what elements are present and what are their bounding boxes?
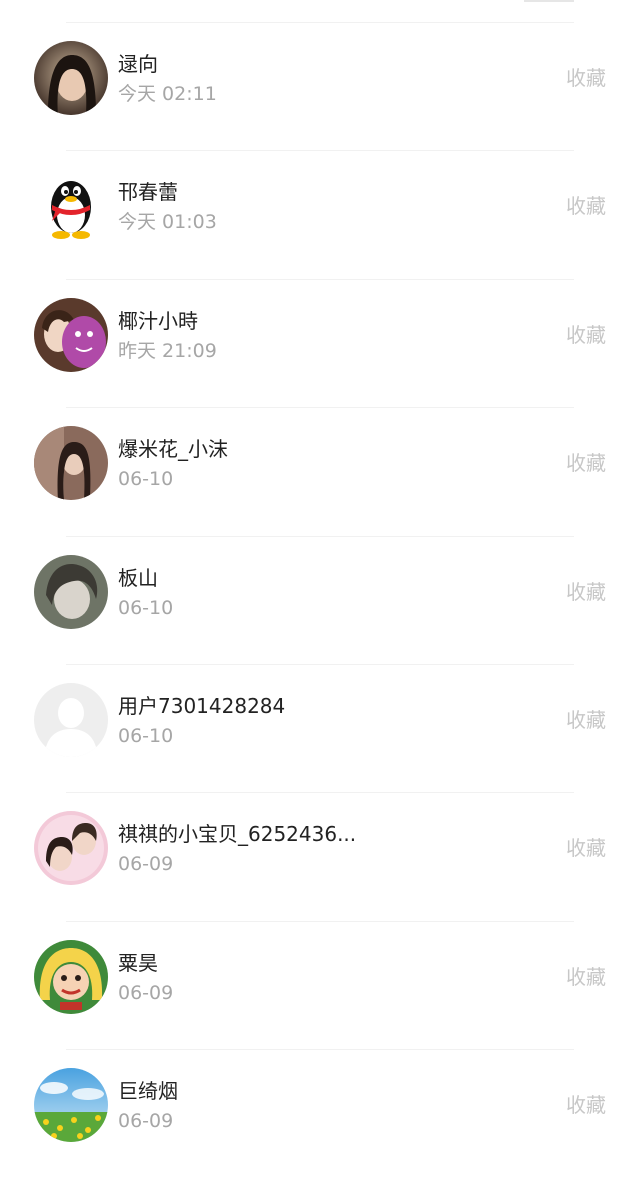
default-user-icon[interactable] xyxy=(34,682,108,757)
timestamp: 06-10 xyxy=(118,468,174,491)
favorite-button[interactable]: 收藏 xyxy=(566,1092,606,1118)
timestamp: 06-10 xyxy=(118,724,174,747)
list-item[interactable]: 粟昊 06-09 收藏 xyxy=(0,922,640,1051)
avatar-photo-girl-icon[interactable] xyxy=(34,41,108,115)
favorite-button[interactable]: 收藏 xyxy=(566,450,606,476)
list-item[interactable]: 板山 06-10 收藏 xyxy=(0,537,640,665)
user-name: 用户7301428284 xyxy=(118,693,286,718)
timestamp: 今天 01:03 xyxy=(118,211,217,234)
user-name: 粟昊 xyxy=(118,950,158,975)
user-name: 邗春蕾 xyxy=(118,180,178,205)
favorite-button[interactable]: 收藏 xyxy=(566,835,606,861)
landscape-flowers-icon[interactable] xyxy=(34,1068,108,1143)
favorite-button[interactable]: 收藏 xyxy=(566,964,606,990)
favorite-button[interactable]: 收藏 xyxy=(566,579,606,605)
qq-penguin-icon[interactable] xyxy=(34,169,108,244)
list-item[interactable]: 逯向 今天 02:11 收藏 xyxy=(0,23,640,152)
favorite-button[interactable]: 收藏 xyxy=(566,193,606,219)
user-name: 巨绮烟 xyxy=(118,1079,178,1104)
timestamp: 今天 02:11 xyxy=(118,83,217,105)
timestamp: 06-09 xyxy=(118,981,174,1004)
avatar-photo-plush-icon[interactable] xyxy=(34,297,108,372)
list-item[interactable]: 巨绮烟 06-09 收藏 xyxy=(0,1050,640,1178)
user-name: 祺祺的小宝贝_6252436... xyxy=(118,822,357,847)
favorite-button[interactable]: 收藏 xyxy=(566,65,606,91)
user-list: 逯向 今天 02:11 收藏 邗春蕾 今天 01:03 收藏 椰汁小時 昨天 2… xyxy=(0,23,640,1179)
avatar-photo-pink-icon[interactable] xyxy=(34,811,108,886)
avatar-photo-boy-icon[interactable] xyxy=(34,554,108,629)
anime-character-icon[interactable] xyxy=(34,939,108,1014)
favorite-button[interactable]: 收藏 xyxy=(566,322,606,348)
list-item[interactable]: 椰汁小時 昨天 21:09 收藏 xyxy=(0,280,640,409)
timestamp: 06-10 xyxy=(118,596,174,619)
list-item[interactable]: 邗春蕾 今天 01:03 收藏 xyxy=(0,151,640,280)
list-item[interactable]: 祺祺的小宝贝_6252436... 06-09 收藏 xyxy=(0,793,640,922)
user-name: 椰汁小時 xyxy=(118,308,198,333)
user-name: 爆米花_小沫 xyxy=(118,437,228,462)
favorite-button[interactable]: 收藏 xyxy=(566,707,606,733)
user-name: 逯向 xyxy=(118,52,158,76)
timestamp: 昨天 21:09 xyxy=(118,339,217,362)
list-item[interactable]: 用户7301428284 06-10 收藏 xyxy=(0,665,640,794)
list-item[interactable]: 爆米花_小沫 06-10 收藏 xyxy=(0,408,640,537)
top-tab-indicator xyxy=(524,0,574,2)
avatar-photo-girl-icon[interactable] xyxy=(34,426,108,501)
user-name: 板山 xyxy=(118,565,158,590)
timestamp: 06-09 xyxy=(118,1110,174,1133)
timestamp: 06-09 xyxy=(118,853,174,876)
